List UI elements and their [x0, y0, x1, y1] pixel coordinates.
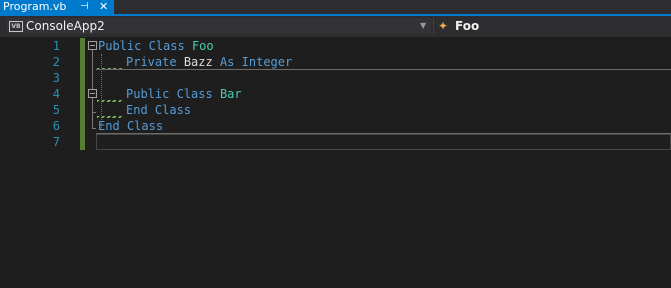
line-number: 4 [52, 87, 60, 101]
line-number: 6 [52, 119, 60, 133]
keyword: As [219, 55, 235, 69]
chevron-down-icon[interactable]: ▼ [420, 18, 426, 34]
tab-program-vb[interactable]: Program.vb ⊣ ✕ [0, 0, 114, 14]
code-line[interactable]: Public Class Foo [98, 38, 214, 54]
keyword: Integer [241, 55, 293, 69]
project-dropdown-label: ConsoleApp2 [26, 19, 105, 33]
pin-icon[interactable]: ⊣ [80, 0, 89, 13]
member-dropdown[interactable]: ✦ Foo [436, 18, 671, 34]
keyword: Public [126, 87, 170, 101]
vb-project-icon: VB [9, 21, 23, 32]
keyword: Class [126, 119, 164, 133]
collapse-icon[interactable] [88, 41, 97, 50]
line-number: 1 [52, 39, 60, 53]
code-editor[interactable]: 1 2 3 4 5 6 7 Public Class Foo Private B… [0, 37, 671, 288]
code-line[interactable]: End Class [98, 118, 163, 134]
line-number: 3 [52, 71, 60, 85]
member-dropdown-label: Foo [455, 19, 480, 33]
code-line[interactable]: Private Bazz As Integer [126, 54, 292, 70]
close-icon[interactable]: ✕ [99, 0, 108, 13]
outline-end [92, 128, 96, 129]
line-number: 7 [52, 135, 60, 149]
code-line[interactable]: Public Class Bar [126, 86, 242, 102]
document-tab-strip: Program.vb ⊣ ✕ [0, 0, 671, 14]
navigation-bar: VB ConsoleApp2 ▼ ✦ Foo [0, 16, 671, 37]
line-number: 5 [52, 103, 60, 117]
keyword: Private [126, 55, 177, 69]
keyword: Public [98, 39, 142, 53]
tab-title: Program.vb [3, 0, 67, 13]
collapse-icon[interactable] [88, 89, 97, 98]
navbar-divider [433, 18, 434, 34]
warning-squiggle [97, 100, 124, 102]
glyph-margin[interactable] [0, 37, 20, 288]
keyword: Class [148, 39, 185, 53]
type-name: Bar [219, 87, 242, 101]
line-number: 2 [52, 55, 60, 69]
keyword: Class [154, 103, 192, 117]
keyword: End [98, 119, 120, 133]
project-dropdown[interactable]: VB ConsoleApp2 ▼ [7, 18, 431, 34]
identifier: Bazz [183, 55, 213, 69]
keyword: End [126, 103, 148, 117]
keyword: Class [176, 87, 213, 101]
type-name: Foo [191, 39, 214, 53]
change-tracking-bar [80, 38, 85, 150]
code-line[interactable]: End Class [126, 102, 191, 118]
class-icon: ✦ [438, 19, 449, 33]
current-line-highlight [96, 134, 671, 150]
outline-end [92, 112, 96, 113]
